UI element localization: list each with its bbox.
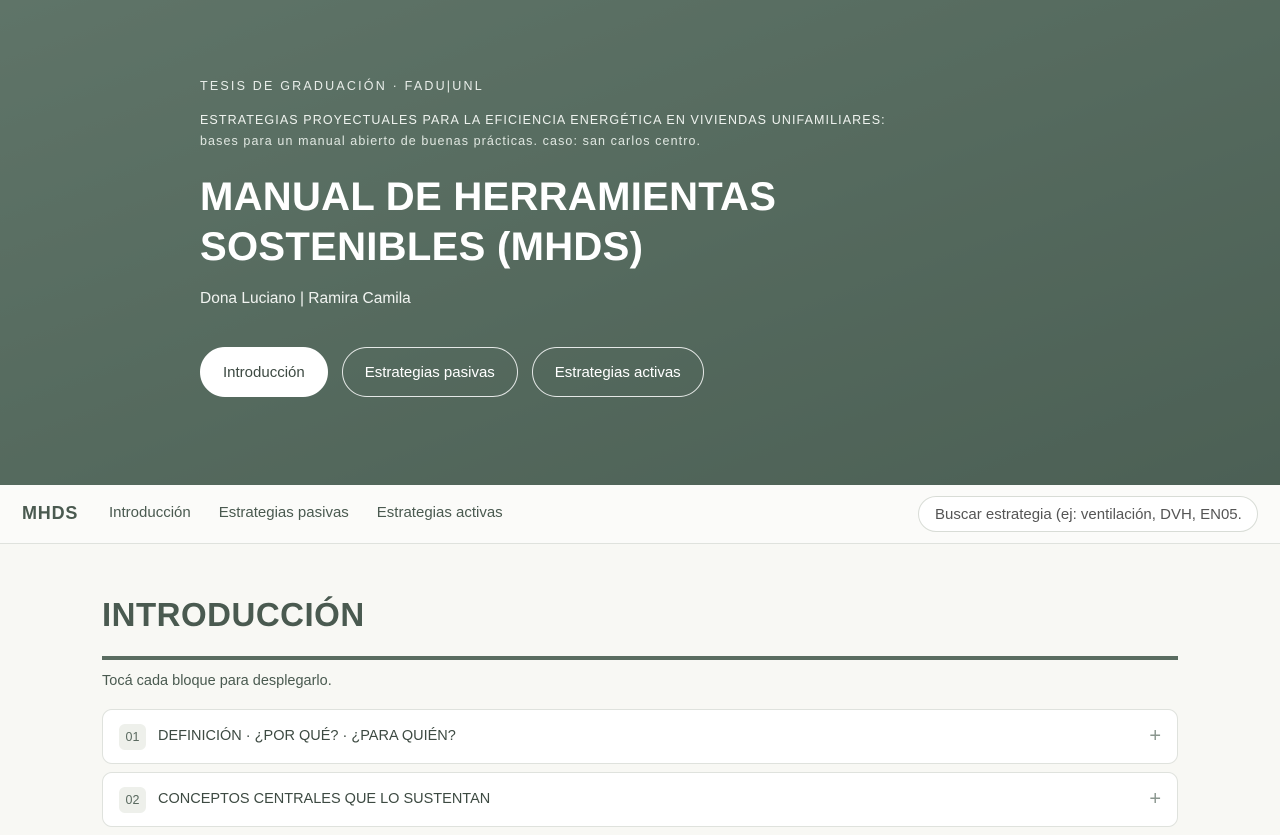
hero-subtitle-line1: ESTRATEGIAS PROYECTUALES PARA LA EFICIEN… (200, 113, 886, 127)
hero-button-estrategias-pasivas[interactable]: Estrategias pasivas (341, 347, 518, 397)
search-input[interactable] (918, 496, 1258, 532)
plus-icon[interactable]: + (1149, 788, 1161, 810)
hero-button-introduccion[interactable]: Introducción (200, 347, 328, 397)
nav-link-introduccion[interactable]: Introducción (109, 504, 191, 521)
section-title: INTRODUCCIÓN (102, 596, 365, 633)
hero-subtitle-line2: bases para un manual abierto de buenas p… (200, 134, 702, 148)
plus-icon[interactable]: + (1149, 725, 1161, 747)
accordion-label: DEFINICIÓN · ¿POR QUÉ? · ¿PARA QUIÉN? (158, 728, 456, 744)
hero-kicker: TESIS DE GRADUACIÓN · FADU|UNL (200, 79, 484, 93)
accordion-number: 02 (119, 787, 146, 813)
nav-link-estrategias-activas[interactable]: Estrategias activas (377, 504, 503, 521)
hero-title: MANUAL DE HERRAMIENTAS SOSTENIBLES (MHDS… (200, 175, 777, 269)
top-navbar: MHDS Introducción Estrategias pasivas Es… (0, 485, 1280, 544)
nav-link-estrategias-pasivas[interactable]: Estrategias pasivas (219, 504, 349, 521)
nav-links: Introducción Estrategias pasivas Estrate… (109, 504, 503, 521)
accordion: 01 DEFINICIÓN · ¿POR QUÉ? · ¿PARA QUIÉN?… (102, 709, 1178, 835)
accordion-label: CONCEPTOS CENTRALES QUE LO SUSTENTAN (158, 791, 491, 807)
brand-logo[interactable]: MHDS (22, 503, 78, 524)
hero-banner: TESIS DE GRADUACIÓN · FADU|UNL ESTRATEGI… (0, 0, 1280, 485)
section-divider (102, 656, 1178, 660)
section-hint: Tocá cada bloque para desplegarlo. (102, 673, 332, 689)
hero-button-group: Introducción Estrategias pasivas Estrate… (200, 347, 704, 397)
hero-authors: Dona Luciano | Ramira Camila (200, 290, 411, 307)
accordion-item-definicion[interactable]: 01 DEFINICIÓN · ¿POR QUÉ? · ¿PARA QUIÉN?… (102, 709, 1178, 764)
hero-button-estrategias-activas[interactable]: Estrategias activas (531, 347, 704, 397)
accordion-number: 01 (119, 724, 146, 750)
